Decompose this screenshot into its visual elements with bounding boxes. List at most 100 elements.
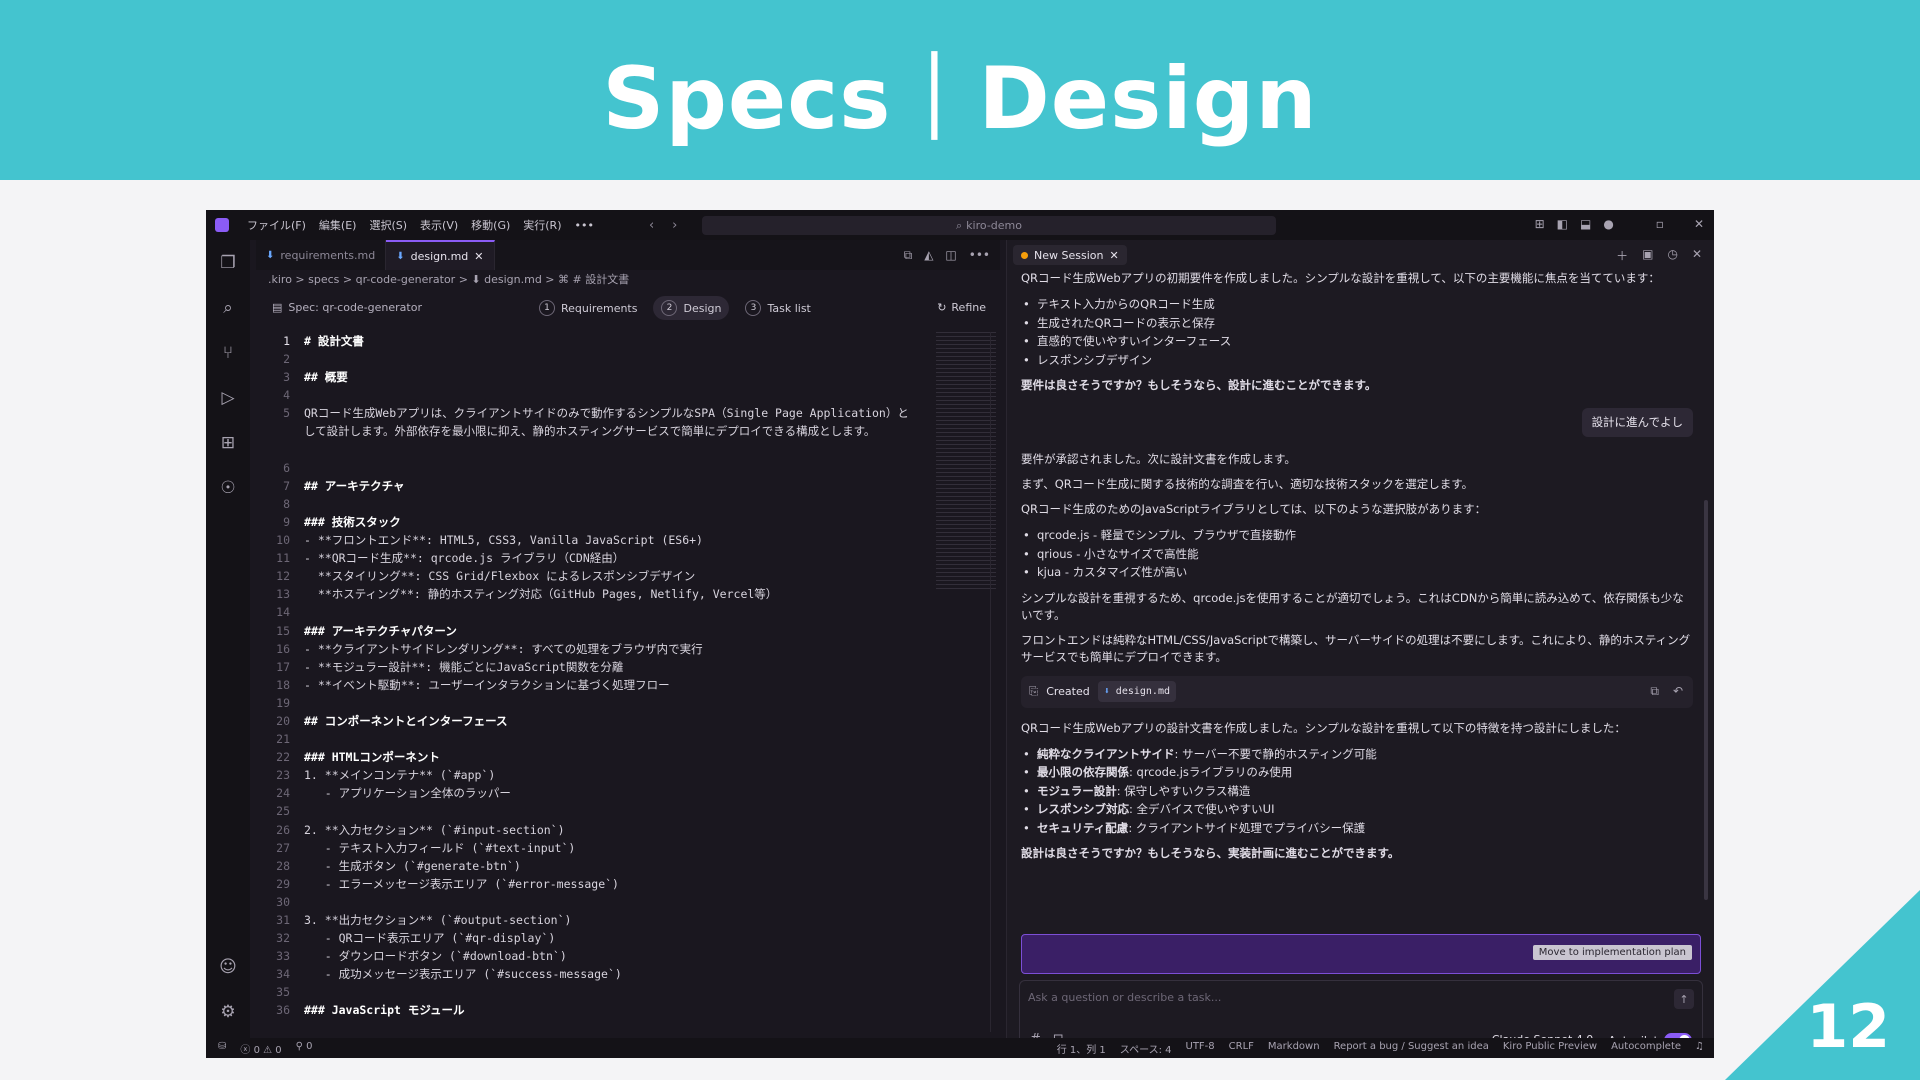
open-preview-icon[interactable]: ⧉ xyxy=(904,248,913,263)
code-line[interactable]: 5 QRコード生成Webアプリは、クライアントサイドのみで動作するシンプルなSPA… xyxy=(256,404,1000,458)
indentation[interactable]: スペース: 4 xyxy=(1120,1041,1172,1056)
encoding[interactable]: UTF-8 xyxy=(1186,1041,1215,1056)
code-line[interactable]: 18 - **イベント駆動**: ユーザーインタラクションに基づく処理フロー xyxy=(256,676,1000,694)
search-view-icon[interactable]: ⌕ xyxy=(206,285,250,330)
kiro-preview-label[interactable]: Kiro Public Preview xyxy=(1503,1041,1597,1056)
session-history-icon[interactable]: ▣ xyxy=(1642,247,1653,264)
forward-arrow-icon[interactable]: › xyxy=(672,218,677,233)
undo-icon[interactable]: ↶ xyxy=(1673,683,1683,700)
code-line[interactable]: 10 - **フロントエンド**: HTML5, CSS3, Vanilla Ja… xyxy=(256,531,1000,549)
code-line[interactable]: 8 xyxy=(256,495,1000,513)
code-line[interactable]: 19 xyxy=(256,694,1000,712)
settings-gear-icon[interactable]: ⚙ xyxy=(206,989,250,1034)
run-debug-icon[interactable]: ▷ xyxy=(206,375,250,420)
new-session-icon[interactable]: ＋ xyxy=(1616,247,1628,264)
created-file-card[interactable]: ⎘ Created ⬇ design.md ⧉ ↶ xyxy=(1021,675,1693,708)
editor-scrollbar[interactable] xyxy=(990,332,1000,1032)
language-mode[interactable]: Markdown xyxy=(1268,1041,1320,1056)
report-bug-link[interactable]: Report a bug / Suggest an idea xyxy=(1334,1041,1489,1056)
step-requirements[interactable]: 1 Requirements xyxy=(531,296,645,320)
code-line[interactable]: 14 xyxy=(256,603,1000,621)
history-clock-icon[interactable]: ◷ xyxy=(1667,247,1677,264)
layout-icon[interactable]: ⊞ xyxy=(1535,217,1545,231)
menu-go[interactable]: 移動(G) xyxy=(471,217,510,233)
close-window-icon[interactable]: ✕ xyxy=(1694,217,1704,231)
extensions-icon[interactable]: ⊞ xyxy=(206,420,250,465)
step-task-list[interactable]: 3 Task list xyxy=(737,296,818,320)
code-line[interactable]: 21 xyxy=(256,730,1000,748)
autocomplete-status[interactable]: Autocomplete xyxy=(1611,1041,1681,1056)
code-line[interactable]: 11 - **QRコード生成**: qrcode.js ライブラリ（CDN経由） xyxy=(256,549,1000,567)
code-line[interactable]: 7 ## アーキテクチャ xyxy=(256,477,1000,495)
menu-file[interactable]: ファイル(F) xyxy=(247,217,306,233)
code-line[interactable]: 15 ### アーキテクチャパターン xyxy=(256,622,1000,640)
problems-count[interactable]: ⓧ 0 ⚠ 0 xyxy=(240,1041,281,1056)
code-line[interactable]: 16 - **クライアントサイドレンダリング**: すべての処理をブラウザ内で実行 xyxy=(256,640,1000,658)
command-center-search[interactable]: ⌕ kiro-demo xyxy=(702,216,1276,235)
notifications-bell-icon[interactable]: ♫ xyxy=(1695,1041,1704,1056)
back-arrow-icon[interactable]: ‹ xyxy=(649,218,654,233)
menu-run[interactable]: 実行(R) xyxy=(523,217,561,233)
code-line[interactable]: 24 - アプリケーション全体のラッパー xyxy=(256,784,1000,802)
menu-edit[interactable]: 編集(E) xyxy=(319,217,357,233)
code-editor[interactable]: 1 # 設計文書 2 3 ## 概要 4 5 QRコード生成Webアプリは、クライアントサイド… xyxy=(256,332,1000,1038)
code-line[interactable]: 9 ### 技術スタック xyxy=(256,513,1000,531)
code-line[interactable]: 32 - QRコード表示エリア (`#qr-display`) xyxy=(256,929,1000,947)
code-line[interactable]: 6 xyxy=(256,459,1000,477)
open-file-icon[interactable]: ⧉ xyxy=(1650,683,1659,700)
chat-scrollbar[interactable] xyxy=(1704,500,1708,900)
cursor-position[interactable]: 行 1、列 1 xyxy=(1057,1041,1106,1056)
tab-design[interactable]: ⬇ design.md ✕ xyxy=(386,240,495,270)
code-line[interactable]: 4 xyxy=(256,386,1000,404)
close-tab-icon[interactable]: ✕ xyxy=(474,250,483,263)
more-actions-icon[interactable]: ••• xyxy=(969,248,990,262)
code-line[interactable]: 23 1. **メインコンテナ** (`#app`) xyxy=(256,766,1000,784)
account-icon[interactable]: ☺ xyxy=(206,944,250,989)
toggle-panel-icon[interactable]: ⬓ xyxy=(1580,217,1591,231)
code-line[interactable]: 22 ### HTMLコンポーネント xyxy=(256,748,1000,766)
kiro-ghost-icon[interactable]: ☉ xyxy=(206,465,250,510)
menu-selection[interactable]: 選択(S) xyxy=(369,217,407,233)
code-line[interactable]: 33 - ダウンロードボタン (`#download-btn`) xyxy=(256,947,1000,965)
code-line[interactable]: 17 - **モジュラー設計**: 機能ごとにJavaScript関数を分離 xyxy=(256,658,1000,676)
source-control-icon[interactable]: ⑂ xyxy=(206,330,250,375)
step-design[interactable]: 2 Design xyxy=(653,296,730,320)
tab-requirements[interactable]: ⬇ requirements.md xyxy=(256,240,387,270)
code-line[interactable]: 29 - エラーメッセージ表示エリア (`#error-message`) xyxy=(256,875,1000,893)
remote-icon[interactable]: ⛁ xyxy=(218,1041,226,1056)
refine-button[interactable]: ↻ Refine xyxy=(937,301,986,314)
code-line[interactable]: 1 # 設計文書 xyxy=(256,332,1000,350)
send-arrow-icon[interactable]: ↑ xyxy=(1674,989,1694,1009)
menu-more[interactable]: ••• xyxy=(575,219,594,232)
move-to-implementation-button[interactable]: Move to implementation plan xyxy=(1532,945,1692,960)
code-line[interactable]: 25 xyxy=(256,802,1000,820)
close-panel-icon[interactable]: ✕ xyxy=(1692,247,1702,264)
code-line[interactable]: 13 **ホスティング**: 静的ホスティング対応（GitHub Pages, … xyxy=(256,585,1000,603)
code-line[interactable]: 26 2. **入力セクション** (`#input-section`) xyxy=(256,821,1000,839)
code-line[interactable]: 34 - 成功メッセージ表示エリア (`#success-message`) xyxy=(256,965,1000,983)
code-line[interactable]: 3 ## 概要 xyxy=(256,368,1000,386)
file-chip[interactable]: ⬇ design.md xyxy=(1097,681,1176,702)
code-line[interactable]: 27 - テキスト入力フィールド (`#text-input`) xyxy=(256,839,1000,857)
code-line[interactable]: 12 **スタイリング**: CSS Grid/Flexbox によるレスポンシ… xyxy=(256,567,1000,585)
explorer-icon[interactable]: ❐ xyxy=(206,240,250,285)
split-editor-icon[interactable]: ◫ xyxy=(945,248,956,262)
code-line[interactable]: 31 3. **出力セクション** (`#output-section`) xyxy=(256,911,1000,929)
ports-count[interactable]: ⚲ 0 xyxy=(296,1041,313,1056)
menu-view[interactable]: 表示(V) xyxy=(420,217,458,233)
code-line[interactable]: 30 xyxy=(256,893,1000,911)
minimap[interactable] xyxy=(936,332,996,592)
line-ending[interactable]: CRLF xyxy=(1229,1041,1254,1056)
code-line[interactable]: 36 ### JavaScript モジュール xyxy=(256,1001,1000,1019)
restore-icon[interactable]: ▫ xyxy=(1656,217,1664,231)
diff-icon[interactable]: ◭ xyxy=(924,248,933,262)
code-line[interactable]: 20 ## コンポーネントとインターフェース xyxy=(256,712,1000,730)
code-line[interactable]: 28 - 生成ボタン (`#generate-btn`) xyxy=(256,857,1000,875)
breadcrumb[interactable]: .kiro > specs > qr-code-generator > ⬇ de… xyxy=(256,270,1000,288)
code-line[interactable]: 2 xyxy=(256,350,1000,368)
code-line[interactable]: 35 xyxy=(256,983,1000,1001)
chat-icon[interactable]: ● xyxy=(1603,217,1613,231)
chat-session-tab[interactable]: New Session ✕ xyxy=(1013,245,1127,265)
toggle-sidebar-icon[interactable]: ◧ xyxy=(1557,217,1568,231)
close-session-icon[interactable]: ✕ xyxy=(1109,249,1118,262)
